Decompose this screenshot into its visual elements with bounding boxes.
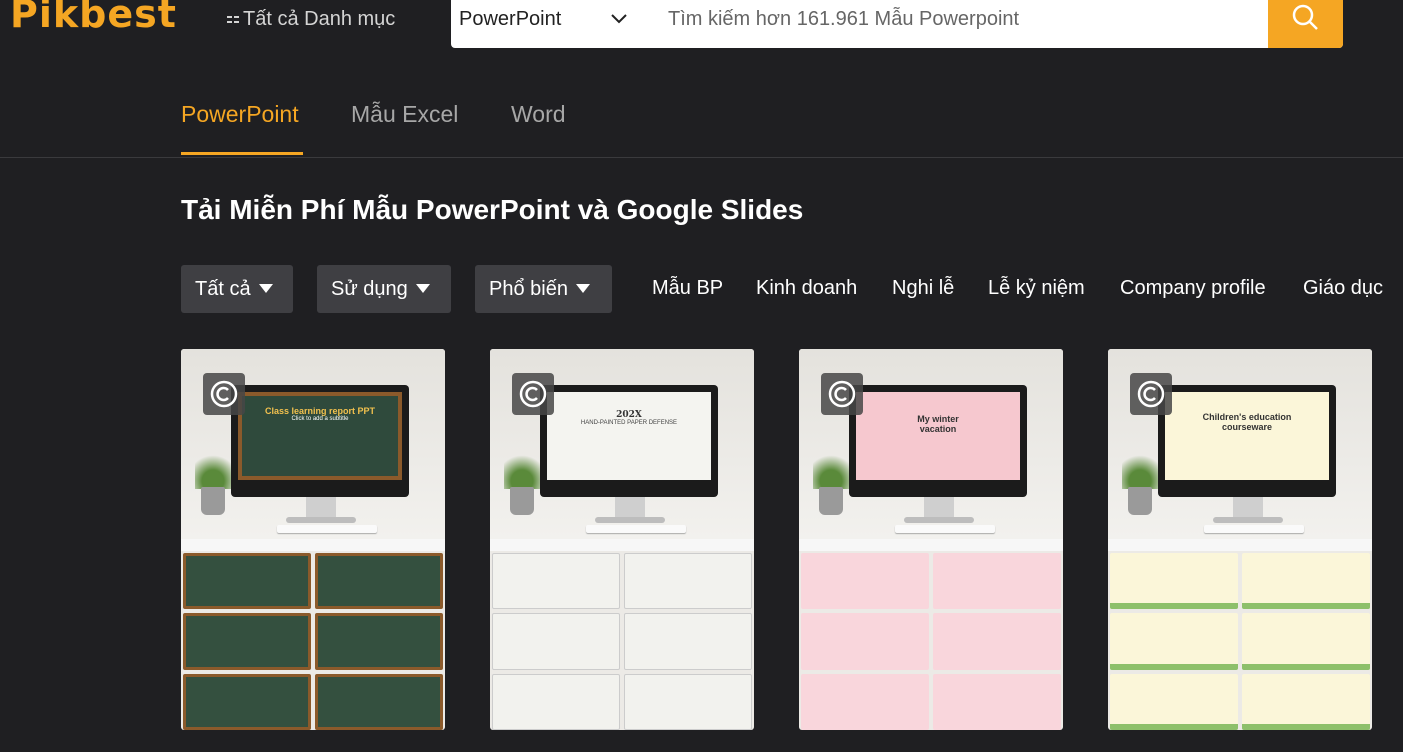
- desk-surface: [181, 539, 445, 551]
- search-input[interactable]: Tìm kiếm hơn 161.961 Mẫu Powerpoint: [668, 8, 1019, 31]
- desk-surface: [799, 539, 1063, 551]
- category-link[interactable]: Company profile: [1120, 277, 1266, 300]
- monitor-stand: [615, 497, 645, 519]
- monitor-base: [1213, 517, 1283, 523]
- monitor-stand: [924, 497, 954, 519]
- template-subtitle: Click to add a subtitle: [291, 416, 349, 422]
- format-tabs: PowerPoint Mẫu Excel Word: [0, 85, 1403, 158]
- monitor-preview: 202X HAND-PAINTED PAPER DEFENSE: [540, 385, 718, 497]
- filter-usage-dropdown[interactable]: Sử dụng: [317, 265, 451, 313]
- grid-icon: [227, 13, 241, 27]
- screen-preview: Class learning report PPT Click to add a…: [238, 392, 402, 480]
- template-subtitle: HAND-PAINTED PAPER DEFENSE: [580, 420, 678, 426]
- all-categories-menu[interactable]: Tất cả Danh mục: [227, 8, 395, 31]
- category-link[interactable]: Kinh doanh: [756, 277, 857, 300]
- filter-label: Phổ biến: [489, 277, 568, 300]
- template-card[interactable]: My winter vacation: [799, 349, 1063, 730]
- desk-surface: [490, 539, 754, 551]
- copyright-icon[interactable]: [512, 373, 554, 415]
- template-title: Children's education courseware: [1202, 412, 1292, 432]
- screen-preview: Children's education courseware: [1165, 392, 1329, 480]
- plant-decoration: [813, 449, 849, 489]
- keyboard-decoration: [277, 525, 377, 533]
- pot-decoration: [510, 487, 534, 515]
- search-bar: PowerPoint Tìm kiếm hơn 161.961 Mẫu Powe…: [451, 0, 1343, 48]
- page-title: Tải Miễn Phí Mẫu PowerPoint và Google Sl…: [181, 194, 804, 225]
- desk-surface: [1108, 539, 1372, 551]
- copyright-icon[interactable]: [1130, 373, 1172, 415]
- monitor-preview: Class learning report PPT Click to add a…: [231, 385, 409, 497]
- tab-word[interactable]: Word: [511, 101, 566, 128]
- monitor-base: [286, 517, 356, 523]
- search-type-select[interactable]: PowerPoint: [459, 8, 561, 31]
- template-card[interactable]: 202X HAND-PAINTED PAPER DEFENSE: [490, 349, 754, 730]
- category-link[interactable]: Nghi lễ: [892, 277, 954, 300]
- active-tab-underline: [181, 152, 303, 155]
- caret-down-icon: [575, 283, 590, 293]
- pot-decoration: [1128, 487, 1152, 515]
- template-title: My winter vacation: [917, 414, 959, 434]
- monitor-stand: [1233, 497, 1263, 519]
- monitor-base: [595, 517, 665, 523]
- slide-thumbnails: [801, 553, 1061, 730]
- filter-all-dropdown[interactable]: Tất cả: [181, 265, 293, 313]
- all-categories-label: Tất cả Danh mục: [243, 8, 396, 30]
- chevron-down-icon[interactable]: [609, 8, 629, 28]
- template-card[interactable]: Class learning report PPT Click to add a…: [181, 349, 445, 730]
- plant-decoration: [1122, 449, 1158, 489]
- monitor-stand: [306, 497, 336, 519]
- pot-decoration: [201, 487, 225, 515]
- keyboard-decoration: [1204, 525, 1304, 533]
- plant-decoration: [195, 449, 231, 489]
- search-button[interactable]: [1268, 0, 1343, 48]
- monitor-base: [904, 517, 974, 523]
- template-card[interactable]: Children's education courseware: [1108, 349, 1372, 730]
- monitor-preview: My winter vacation: [849, 385, 1027, 497]
- filter-label: Sử dụng: [331, 277, 408, 300]
- filter-popular-dropdown[interactable]: Phổ biến: [475, 265, 612, 313]
- copyright-icon[interactable]: [203, 373, 245, 415]
- caret-down-icon: [258, 283, 273, 293]
- pot-decoration: [819, 487, 843, 515]
- slide-thumbnails: [183, 553, 443, 730]
- slide-thumbnails: [492, 553, 752, 730]
- monitor-preview: Children's education courseware: [1158, 385, 1336, 497]
- filter-label: Tất cả: [195, 277, 251, 300]
- template-title: Class learning report PPT: [264, 406, 376, 416]
- keyboard-decoration: [586, 525, 686, 533]
- category-link[interactable]: Mẫu BP: [652, 277, 723, 300]
- category-link[interactable]: Giáo dục: [1303, 277, 1383, 300]
- pikbest-logo[interactable]: Pikbest: [10, 0, 177, 36]
- slide-thumbnails: [1110, 553, 1370, 730]
- category-link[interactable]: Lễ kỷ niệm: [988, 277, 1085, 300]
- caret-down-icon: [415, 283, 430, 293]
- plant-decoration: [504, 449, 540, 489]
- copyright-icon[interactable]: [821, 373, 863, 415]
- tab-powerpoint[interactable]: PowerPoint: [181, 101, 299, 128]
- keyboard-decoration: [895, 525, 995, 533]
- top-bar: Pikbest Tất cả Danh mục PowerPoint Tìm k…: [0, 0, 1403, 50]
- screen-preview: 202X HAND-PAINTED PAPER DEFENSE: [547, 392, 711, 480]
- search-icon: [1292, 4, 1318, 30]
- template-title: 202X: [616, 410, 642, 420]
- screen-preview: My winter vacation: [856, 392, 1020, 480]
- tab-excel[interactable]: Mẫu Excel: [351, 101, 458, 128]
